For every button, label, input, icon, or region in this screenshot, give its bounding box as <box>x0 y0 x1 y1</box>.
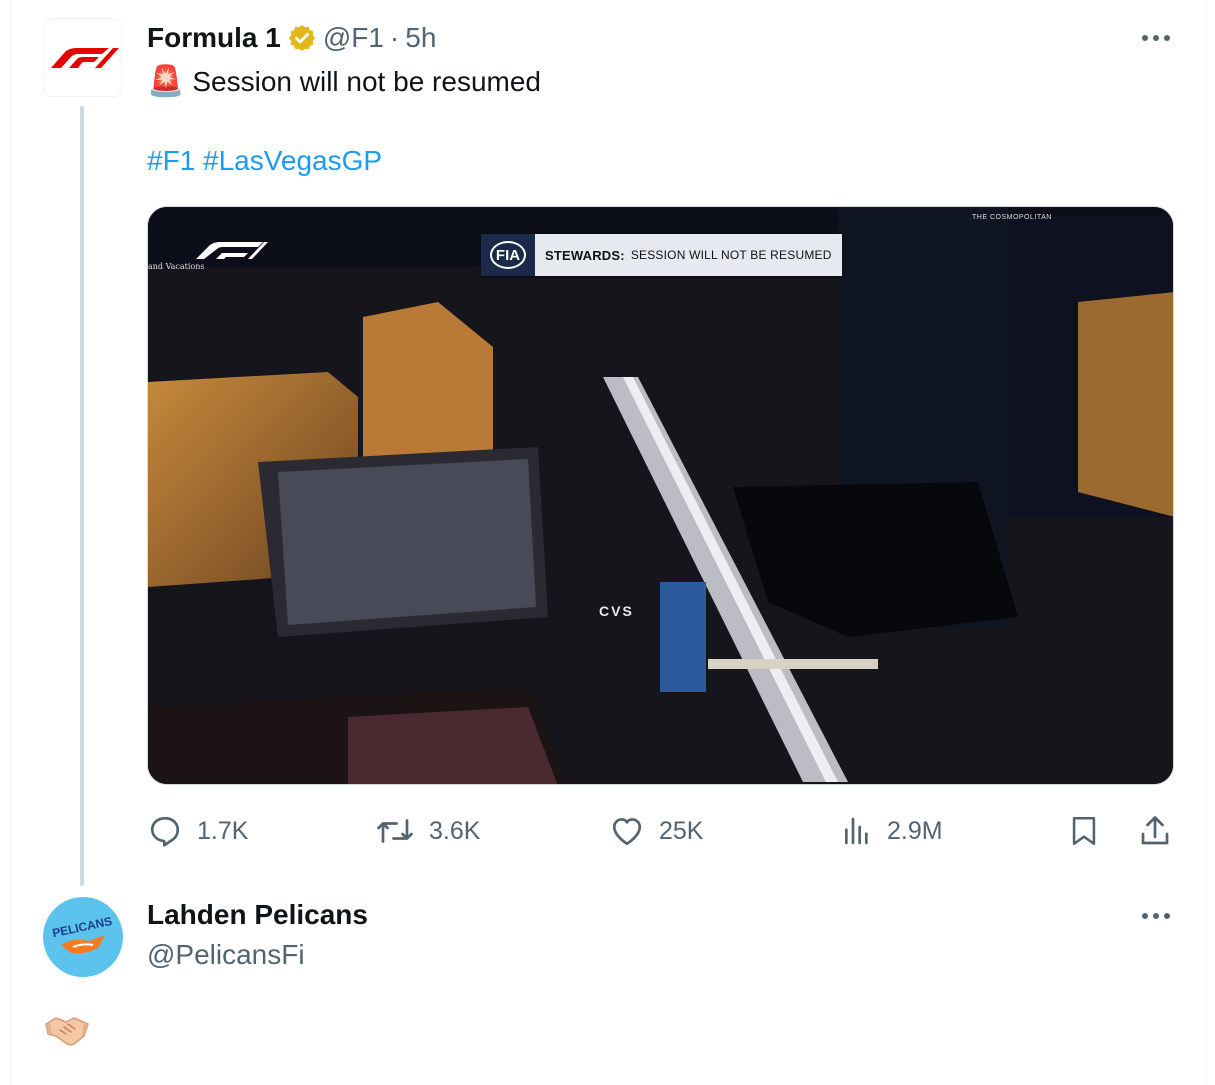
more-options-button[interactable] <box>1139 26 1173 50</box>
tweet-actions: 1.7K 3.6K 25K 2.9M <box>147 808 1177 854</box>
views-button[interactable]: 2.9M <box>841 808 943 854</box>
verified-badge-icon <box>288 24 315 52</box>
author-name[interactable]: Formula 1 <box>147 22 281 54</box>
reply-button[interactable]: 1.7K <box>147 808 248 854</box>
media-image[interactable]: FIA STEWARDS: SESSION WILL NOT BE RESUME… <box>147 206 1174 785</box>
vacations-sign: and Vacations <box>148 262 205 271</box>
hashtag-f1[interactable]: #F1 <box>147 145 195 176</box>
f1-logo-icon <box>50 47 119 68</box>
ticker-message: STEWARDS: SESSION WILL NOT BE RESUMED <box>535 234 842 276</box>
tweet-text-body: Session will not be resumed <box>192 65 541 97</box>
more-dots-icon <box>1142 35 1170 41</box>
ticker-label: STEWARDS: <box>545 247 625 263</box>
timeline-border-left <box>10 0 11 1085</box>
bookmark-icon <box>1072 816 1096 846</box>
stewards-ticker: FIA STEWARDS: SESSION WILL NOT BE RESUME… <box>481 234 842 276</box>
bookmark-button[interactable] <box>1067 808 1101 854</box>
reply-count: 1.7K <box>197 816 249 845</box>
f1-avatar[interactable] <box>43 18 122 97</box>
ticker-text: SESSION WILL NOT BE RESUMED <box>630 248 832 262</box>
timeline-border-right <box>1206 0 1207 1085</box>
repost-count: 3.6K <box>429 816 481 845</box>
reply-icon <box>150 816 180 847</box>
cvs-sign: CVS <box>599 603 634 619</box>
share-icon <box>1141 816 1169 845</box>
heart-icon <box>612 818 642 846</box>
reply-more-options-button[interactable] <box>1139 904 1173 928</box>
handshake-icon <box>45 1017 89 1046</box>
fia-badge: FIA <box>481 234 535 276</box>
tweet-time[interactable]: 5h <box>405 22 436 54</box>
separator-dot: · <box>389 22 400 53</box>
reply-author-name[interactable]: Lahden Pelicans <box>147 899 368 931</box>
share-button[interactable] <box>1137 808 1173 854</box>
author-handle[interactable]: @F1 <box>323 22 384 54</box>
hashtags: #F1 #LasVegasGP <box>147 145 382 177</box>
reply-author-handle[interactable]: @PelicansFi <box>147 939 305 971</box>
pelicans-avatar[interactable]: PELICANS <box>43 897 123 977</box>
las-vegas-night-photo <box>148 207 1173 784</box>
reply-body <box>44 1010 90 1050</box>
thread-connector-line <box>80 106 84 886</box>
like-button[interactable]: 25K <box>609 808 703 854</box>
fia-logo-icon: FIA <box>490 241 526 269</box>
like-count: 25K <box>659 816 704 845</box>
cosmopolitan-sign: THE COSMOPOLITAN <box>972 214 1052 221</box>
repost-button[interactable]: 3.6K <box>375 808 480 854</box>
siren-emoji: 🚨 <box>147 65 185 98</box>
hashtag-lasvegasgp[interactable]: #LasVegasGP <box>203 145 382 176</box>
more-dots-icon <box>1142 913 1170 919</box>
views-count: 2.9M <box>887 816 943 845</box>
tweet-header: Formula 1 @F1 · 5h <box>147 20 436 56</box>
tweet-text: 🚨 Session will not be resumed <box>147 64 541 99</box>
views-chart-icon <box>845 817 868 845</box>
pelicans-logo-icon: PELICANS <box>51 914 113 954</box>
repost-icon <box>377 819 413 843</box>
